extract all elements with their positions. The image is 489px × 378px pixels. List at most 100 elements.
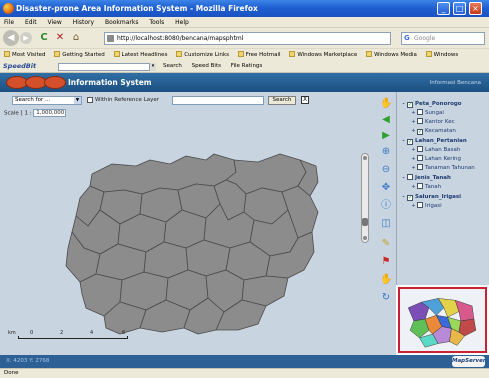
search-text-field[interactable] <box>172 96 264 105</box>
zoom-in-tool-icon[interactable]: ⊕ <box>380 146 392 158</box>
overview-region <box>458 318 477 337</box>
stop-button[interactable]: ✕ <box>54 32 66 44</box>
layer-group-saluran-irigasi[interactable]: - ✓ Saluran_Irigasi <box>401 193 461 201</box>
layer-item-tanah[interactable]: + Tanah <box>411 183 441 191</box>
print-icon[interactable]: ✋ <box>380 274 392 286</box>
zoom-slider-handle[interactable] <box>362 218 368 226</box>
layer-checkbox[interactable] <box>417 118 423 124</box>
expand-icon[interactable]: + <box>411 202 416 210</box>
menu-file[interactable]: File <box>4 19 14 26</box>
menu-tools[interactable]: Tools <box>149 19 164 26</box>
speedbit-dropdown-icon[interactable]: ▾ <box>149 63 156 71</box>
layer-checkbox[interactable]: ✓ <box>407 139 413 145</box>
menu-view[interactable]: View <box>48 19 62 26</box>
zoom-out-tool-icon[interactable]: ⊖ <box>380 164 392 176</box>
expand-icon[interactable]: + <box>411 155 416 163</box>
search-input[interactable]: G Google <box>401 32 485 45</box>
zoom-in-icon[interactable] <box>363 156 367 160</box>
bookmark-item[interactable]: Getting Started <box>54 51 105 58</box>
layer-checkbox[interactable]: ✓ <box>417 129 423 135</box>
reference-layer-checkbox[interactable] <box>87 97 93 103</box>
menu-bookmarks[interactable]: Bookmarks <box>105 19 139 26</box>
arrow-left-icon[interactable]: ◀ <box>380 114 392 126</box>
layer-checkbox[interactable] <box>417 164 423 170</box>
minimize-button[interactable]: _ <box>437 2 450 15</box>
refresh-icon[interactable]: ↻ <box>380 292 392 304</box>
menu-history[interactable]: History <box>73 19 94 26</box>
layer-item-kecamatan[interactable]: + ✓ Kecamatan <box>411 127 456 135</box>
close-button[interactable]: × <box>469 2 482 15</box>
layer-group-lahan-pertanian[interactable]: - ✓ Lahan_Pertanian <box>401 137 467 145</box>
forward-button[interactable]: ▶ <box>20 32 32 44</box>
bookmark-item[interactable]: Windows <box>425 51 458 58</box>
layer-item-sungai[interactable]: + Sungai <box>411 109 444 117</box>
layer-checkbox[interactable] <box>417 202 423 208</box>
bookmark-item[interactable]: Most Visited <box>4 51 45 58</box>
regency-map[interactable] <box>65 153 319 335</box>
expand-icon[interactable]: + <box>411 183 416 191</box>
layer-checkbox[interactable]: ✓ <box>407 102 413 108</box>
menu-help[interactable]: Help <box>175 19 189 26</box>
layer-checkbox[interactable] <box>417 109 423 115</box>
expand-icon[interactable]: + <box>411 164 416 172</box>
bookmarks-toolbar: Most Visited Getting Started Latest Head… <box>0 48 489 60</box>
layer-checkbox[interactable] <box>417 155 423 161</box>
app-header-link[interactable]: Informasi Bencana <box>430 78 481 88</box>
menu-edit[interactable]: Edit <box>25 19 37 26</box>
expand-icon[interactable]: + <box>411 146 416 154</box>
reference-layer-label: Within Reference Layer <box>95 97 160 103</box>
point-icon[interactable]: ⚑ <box>380 256 392 268</box>
zoom-slider[interactable] <box>361 153 369 243</box>
search-button[interactable]: Search <box>268 96 296 105</box>
speedbit-search-input[interactable] <box>58 63 156 71</box>
layer-item-tanaman-tahunan[interactable]: + Tanaman Tahunan <box>411 164 475 172</box>
reload-button[interactable]: C <box>38 32 50 44</box>
hand-icon[interactable]: ✋ <box>380 98 392 110</box>
back-button[interactable]: ◀ <box>3 30 19 46</box>
expand-icon[interactable]: + <box>411 127 416 135</box>
layer-group-peta-ponorogo[interactable]: - ✓ Peta_Ponorogo <box>401 100 462 108</box>
search-select[interactable]: Search for ... ▼ <box>12 96 82 105</box>
arrow-right-icon[interactable]: ▶ <box>380 130 392 142</box>
url-bar[interactable]: http://localhost:8080/bencana/mapsphtml … <box>104 32 391 45</box>
layer-item-lahan-kering[interactable]: + Lahan Kering <box>411 155 461 163</box>
bookmark-item[interactable]: Windows Marketplace <box>289 51 357 58</box>
measure-icon[interactable]: ✎ <box>380 238 392 250</box>
collapse-icon[interactable]: - <box>401 193 406 201</box>
maximize-button[interactable]: □ <box>453 2 466 15</box>
layer-checkbox[interactable] <box>417 146 423 152</box>
speedbit-bits-button[interactable]: Speed Bits <box>192 63 221 69</box>
bookmark-item[interactable]: Customize Links <box>176 51 229 58</box>
expand-icon[interactable]: + <box>411 109 416 117</box>
scale-label: Scale [ 1 : <box>4 110 32 117</box>
layer-group-jenis-tanah[interactable]: - Jenis_Tanah <box>401 174 451 182</box>
bookmark-item[interactable]: Latest Headlines <box>113 51 167 58</box>
overview-map[interactable] <box>398 287 487 353</box>
layer-item-kantor-kec[interactable]: + Kantor Kec <box>411 118 455 126</box>
clear-search-button[interactable]: X <box>301 96 309 104</box>
speedbit-ratings-button[interactable]: File Ratings <box>231 63 263 69</box>
expand-icon[interactable]: + <box>411 118 416 126</box>
layer-checkbox[interactable]: ✓ <box>407 195 413 201</box>
layer-checkbox[interactable] <box>407 174 413 180</box>
layer-item-lahan-basah[interactable]: + Lahan Basah <box>411 146 460 154</box>
speedbit-search-button[interactable]: Search <box>163 63 182 69</box>
map-canvas[interactable] <box>0 120 376 355</box>
bookmark-item[interactable]: Free Hotmail <box>237 51 281 58</box>
home-button[interactable]: ⌂ <box>70 32 82 44</box>
zoom-out-icon[interactable] <box>363 236 367 240</box>
layer-checkbox[interactable] <box>417 183 423 189</box>
scale-input[interactable]: 1,000,000 <box>33 109 67 117</box>
speedbit-logo: SpeedBit <box>3 62 37 70</box>
collapse-icon[interactable]: - <box>401 100 406 108</box>
app-title: Information System <box>68 78 152 87</box>
pan-tool-icon[interactable]: ✥ <box>380 182 392 194</box>
collapse-icon[interactable]: - <box>401 174 406 182</box>
layer-item-irigasi[interactable]: + Irigasi <box>411 202 442 210</box>
scalebar-line <box>18 336 128 339</box>
collapse-icon[interactable]: - <box>401 137 406 145</box>
select-icon[interactable]: ◫ <box>380 218 392 230</box>
bookmark-item[interactable]: Windows Media <box>366 51 417 58</box>
identify-icon[interactable]: ⓘ <box>380 200 392 212</box>
mapserver-logo: MapServer <box>452 356 486 367</box>
